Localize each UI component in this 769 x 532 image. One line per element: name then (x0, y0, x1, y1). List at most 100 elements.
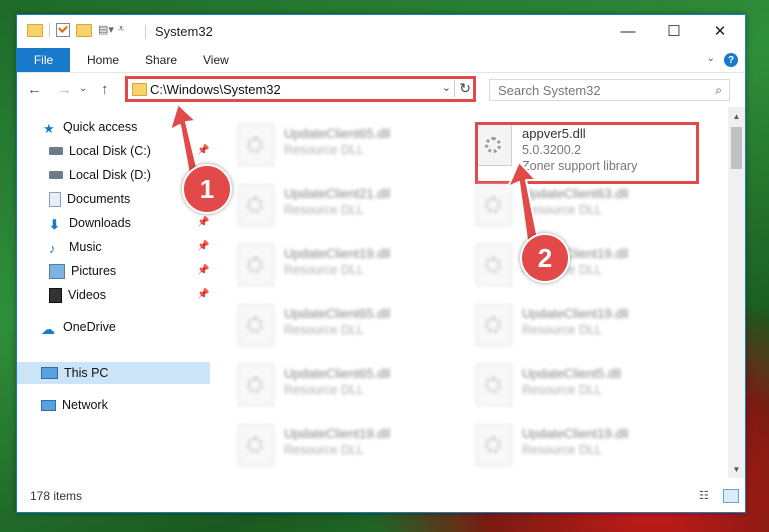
file-explorer-window: ▤▾ ⩡ System32 — ☐ ✕ File Home Share View… (16, 14, 746, 513)
vertical-scrollbar[interactable]: ▲ ▼ (728, 107, 745, 478)
dll-file-icon (476, 424, 512, 466)
file-name: UpdateClient21.dll (284, 186, 391, 201)
sidebar-item-label: Quick access (63, 120, 138, 134)
details-view-icon[interactable]: ☷ (699, 489, 713, 502)
quick-access-toolbar: ▤▾ ⩡ (27, 23, 132, 37)
file-list: UpdateClient65.dll Resource DLL UpdateCl… (210, 107, 728, 478)
customize-toolbar-icon[interactable]: ▤▾ (98, 23, 114, 37)
file-item[interactable]: UpdateClient19.dll Resource DLL (238, 239, 458, 291)
chevron-down-icon[interactable]: ⌄ (442, 81, 451, 94)
tab-share[interactable]: Share (145, 48, 177, 72)
tab-file[interactable]: File (17, 48, 70, 72)
file-item[interactable]: UpdateClient21.dll Resource DLL (238, 179, 458, 231)
file-type: Resource DLL (522, 383, 602, 397)
file-item[interactable]: UpdateClient19.dll Resource DLL (476, 299, 696, 351)
sidebar-item-this-pc[interactable]: This PC (41, 362, 108, 384)
dll-file-icon (238, 424, 274, 466)
sidebar-item-quick-access[interactable]: ★ Quick access (43, 116, 137, 138)
file-name: UpdateClient65.dll (284, 126, 391, 141)
file-item[interactable]: UpdateClient65.dll Resource DLL (238, 359, 458, 411)
search-placeholder: Search System32 (498, 83, 601, 98)
sidebar-item-videos[interactable]: Videos (49, 284, 106, 306)
close-button[interactable]: ✕ (697, 15, 743, 47)
search-input[interactable]: Search System32 ⌕ (489, 79, 730, 101)
address-bar[interactable]: C:\Windows\System32 ⌄ ↻ (125, 76, 476, 102)
dll-file-icon (238, 304, 274, 346)
sidebar-item-label: Network (62, 398, 108, 412)
forward-button[interactable]: → (57, 81, 72, 98)
dll-file-icon (238, 364, 274, 406)
sidebar-item-local-disk-d[interactable]: Local Disk (D:) (49, 164, 151, 186)
help-icon[interactable]: ? (724, 53, 738, 67)
file-type: Resource DLL (284, 383, 364, 397)
sidebar-item-onedrive[interactable]: ☁ OneDrive (41, 316, 116, 338)
tab-view[interactable]: View (203, 48, 229, 72)
scroll-down-icon[interactable]: ▼ (728, 462, 745, 476)
scroll-up-icon[interactable]: ▲ (728, 109, 745, 123)
dll-file-icon (476, 244, 512, 286)
minimize-button[interactable]: — (605, 15, 651, 47)
dll-file-icon (238, 184, 274, 226)
file-name: UpdateClient5.dll (522, 366, 622, 381)
refresh-icon[interactable]: ↻ (454, 80, 471, 97)
pin-icon[interactable]: 📌 (197, 241, 209, 252)
drive-icon (49, 171, 63, 179)
sidebar-item-downloads[interactable]: ⬇ Downloads (49, 212, 131, 234)
item-count: 178 items (30, 489, 83, 503)
sidebar-item-label: Local Disk (D:) (69, 168, 151, 182)
file-item[interactable]: UpdateClient5.dll Resource DLL (476, 359, 696, 411)
tiles-view-icon[interactable] (723, 489, 739, 503)
picture-icon (49, 263, 65, 279)
document-icon (49, 191, 61, 207)
file-name: UpdateClient65.dll (284, 306, 391, 321)
file-type: Resource DLL (284, 263, 364, 277)
scroll-thumb[interactable] (731, 127, 742, 169)
sidebar-item-music[interactable]: ♪ Music (49, 236, 102, 258)
highlight-box (475, 122, 699, 184)
computer-icon (41, 367, 58, 379)
file-item[interactable]: UpdateClient19.dll Resource DLL (238, 419, 458, 471)
dll-file-icon (238, 124, 274, 166)
file-item[interactable]: UpdateClient19.dll Resource DLL (476, 419, 696, 471)
file-type: Resource DLL (284, 143, 364, 157)
search-icon: ⌕ (715, 83, 722, 97)
sidebar-item-label: OneDrive (63, 320, 116, 334)
toolbar-dropdown-icon[interactable]: ⩡ (118, 23, 132, 37)
expand-ribbon-icon[interactable]: ⌄ (707, 53, 715, 64)
maximize-button[interactable]: ☐ (651, 15, 697, 47)
callout-badge-1: 1 (182, 164, 232, 214)
folder-icon (132, 83, 147, 96)
file-name: UpdateClient65.dll (284, 366, 391, 381)
properties-icon[interactable] (56, 23, 70, 37)
up-button[interactable]: ↑ (101, 81, 109, 98)
dll-file-icon (476, 184, 512, 226)
file-name: UpdateClient19.dll (284, 246, 391, 261)
address-path: C:\Windows\System32 (150, 82, 281, 97)
file-item[interactable]: UpdateClient19.dll Resource DLL (476, 239, 696, 291)
pin-icon[interactable]: 📌 (197, 217, 209, 228)
dll-file-icon (238, 244, 274, 286)
status-bar: 178 items ☷ (17, 486, 745, 510)
sidebar-item-label: This PC (64, 366, 109, 380)
file-type: Resource DLL (522, 203, 602, 217)
file-item[interactable]: UpdateClient65.dll Resource DLL (238, 299, 458, 351)
pin-icon[interactable]: 📌 (197, 265, 209, 276)
back-button[interactable]: ← (27, 81, 42, 98)
ribbon-tabs: File Home Share View ⌄ ? (17, 48, 745, 73)
pin-icon[interactable]: 📌 (197, 289, 209, 300)
drive-icon (49, 147, 63, 155)
pin-icon[interactable]: 📌 (197, 145, 209, 156)
file-item[interactable]: UpdateClient65.dll Resource DLL (238, 119, 458, 171)
sidebar-item-local-disk-c[interactable]: Local Disk (C:) (49, 140, 151, 162)
recent-locations-icon[interactable]: ⌄ (79, 83, 87, 94)
new-folder-icon[interactable] (76, 23, 92, 37)
dll-file-icon (476, 364, 512, 406)
file-type: Resource DLL (522, 323, 602, 337)
sidebar-item-documents[interactable]: Documents (49, 188, 130, 210)
sidebar-item-label: Pictures (71, 264, 117, 278)
window-title: System32 (155, 24, 213, 39)
tab-home[interactable]: Home (87, 48, 119, 72)
file-item[interactable]: UpdateClient63.dll Resource DLL (476, 179, 696, 231)
sidebar-item-pictures[interactable]: Pictures (49, 260, 116, 282)
sidebar-item-network[interactable]: Network (41, 394, 108, 416)
